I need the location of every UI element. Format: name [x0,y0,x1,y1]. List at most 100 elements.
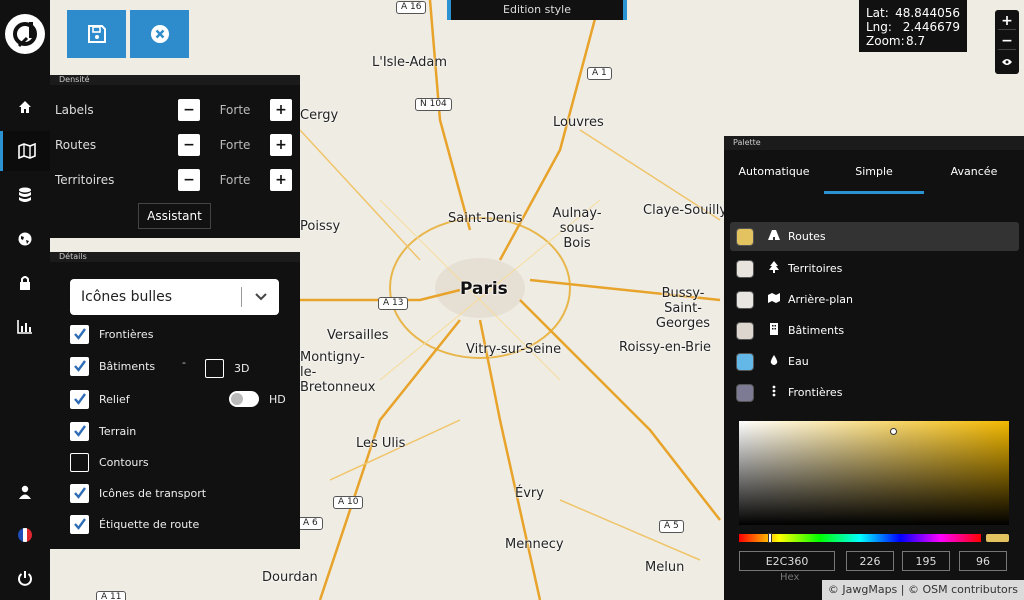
app: L'Isle-Adam Louvres Saint-Denis Aulnay-s… [0,0,1024,600]
power-icon [18,571,32,586]
decrease-button[interactable]: − [178,99,200,121]
density-value: Forte [219,138,251,152]
zoom-in-button[interactable]: + [998,13,1016,30]
hex-input[interactable]: E2C360 [739,551,835,571]
saturation-picker[interactable] [739,421,1009,525]
palette-item-territories[interactable]: Territoires [730,254,1019,283]
decrease-button[interactable]: − [178,134,200,156]
road-shield: A 6 [298,517,323,530]
chevron-down-icon [255,293,267,301]
check-borders[interactable]: Frontières [70,324,153,344]
checkbox[interactable] [70,514,89,534]
density-label: Routes [55,138,97,152]
place-label: Vitry-sur-Seine [466,342,562,357]
zoom-controls: + − [995,10,1019,74]
checkbox-label: Frontières [99,327,154,341]
logo-icon [13,22,37,48]
place-label: Aulnay-sous-Bois [552,206,602,251]
check-road-labels[interactable]: Étiquette de route [70,514,199,534]
check-buildings[interactable]: Bâtiments [70,356,155,376]
palette-tabs: Automatique Simple Avancée [724,158,1024,194]
checkbox[interactable] [70,389,89,409]
color-swatch[interactable] [736,321,754,340]
hue-handle[interactable] [768,533,772,543]
current-color-preview [986,534,1009,542]
save-button[interactable] [67,10,126,58]
details-panel: Détails Icônes bulles Frontières Bâtimen… [50,252,300,549]
nav-data[interactable] [0,175,50,215]
icon-style-select[interactable]: Icônes bulles [70,279,279,315]
nav-account[interactable] [0,472,50,512]
coordinates-readout: Lat: 48.844056 Lng: 2.446679 Zoom: 8.7 [859,0,967,52]
color-swatch[interactable] [736,227,754,246]
hd-toggle[interactable]: HD [229,391,286,407]
page-title: Edition style [447,0,627,20]
red-input[interactable]: 226 [846,551,894,571]
check-icon [73,487,86,499]
density-value: Forte [219,173,251,187]
lock-icon [20,276,30,290]
map-attribution[interactable]: © JawgMaps | © OSM contributors [821,580,1024,600]
road-shield: A 5 [659,520,684,533]
visibility-button[interactable] [998,53,1016,70]
increase-button[interactable]: + [270,169,292,191]
color-swatch[interactable] [736,383,754,402]
palette-item-label: Territoires [788,262,843,275]
check-relief[interactable]: Relief [70,389,130,409]
nav-security[interactable] [0,263,50,303]
checkbox[interactable] [70,324,89,344]
hue-slider[interactable] [739,533,981,543]
hex-label: Hex [780,572,800,583]
palette-item-buildings[interactable]: Bâtiments [730,316,1019,345]
road-shield: A 11 [96,591,127,600]
place-label: Les Ulis [356,436,406,451]
zoom-out-button[interactable]: − [998,33,1016,50]
color-swatch[interactable] [736,290,754,309]
checkbox[interactable] [70,483,89,503]
density-label: Labels [55,103,94,117]
color-swatch[interactable] [736,259,754,278]
details-title: Détails [50,252,300,262]
nav-language[interactable] [0,515,50,555]
toggle-switch[interactable] [229,391,259,407]
palette-item-label: Routes [788,230,826,243]
check-contours[interactable]: Contours [70,452,149,472]
logo[interactable] [5,14,45,54]
database-icon [19,187,31,202]
checkbox[interactable] [205,358,224,378]
check-terrain[interactable]: Terrain [70,421,136,441]
tab-advanced[interactable]: Avancée [924,158,1024,194]
check-transport-icons[interactable]: Icônes de transport [70,483,206,503]
nav-map[interactable] [0,131,50,171]
increase-button[interactable]: + [270,99,292,121]
palette-item-label: Eau [788,355,809,368]
nav-logout[interactable] [0,558,50,598]
nav-home[interactable] [0,87,50,127]
nav-stats[interactable] [0,307,50,347]
checkbox[interactable] [70,356,89,376]
place-label: Versailles [327,328,389,343]
palette-item-background[interactable]: Arrière-plan [730,285,1019,314]
checkbox[interactable] [70,452,89,472]
increase-button[interactable]: + [270,134,292,156]
assistant-button[interactable]: Assistant [138,203,211,229]
blue-input[interactable]: 96 [959,551,1007,571]
checkbox-label: Étiquette de route [99,517,200,531]
green-input[interactable]: 195 [902,551,950,571]
nav-globe[interactable] [0,219,50,259]
checkbox-label: Icônes de transport [99,486,207,500]
tab-simple[interactable]: Simple [824,158,924,194]
eye-icon [1002,58,1012,65]
palette-item-routes[interactable]: Routes [730,222,1019,251]
decrease-button[interactable]: − [178,169,200,191]
check-3d[interactable]: 3D [205,358,249,378]
checkbox[interactable] [70,421,89,441]
palette-item-borders[interactable]: Frontières [730,378,1019,407]
cancel-button[interactable] [130,10,189,58]
color-swatch[interactable] [736,352,754,371]
tab-automatic[interactable]: Automatique [724,158,824,194]
picker-handle[interactable] [890,428,897,435]
place-label: Melun [645,560,685,575]
globe-icon [18,232,32,246]
palette-item-water[interactable]: Eau [730,347,1019,376]
